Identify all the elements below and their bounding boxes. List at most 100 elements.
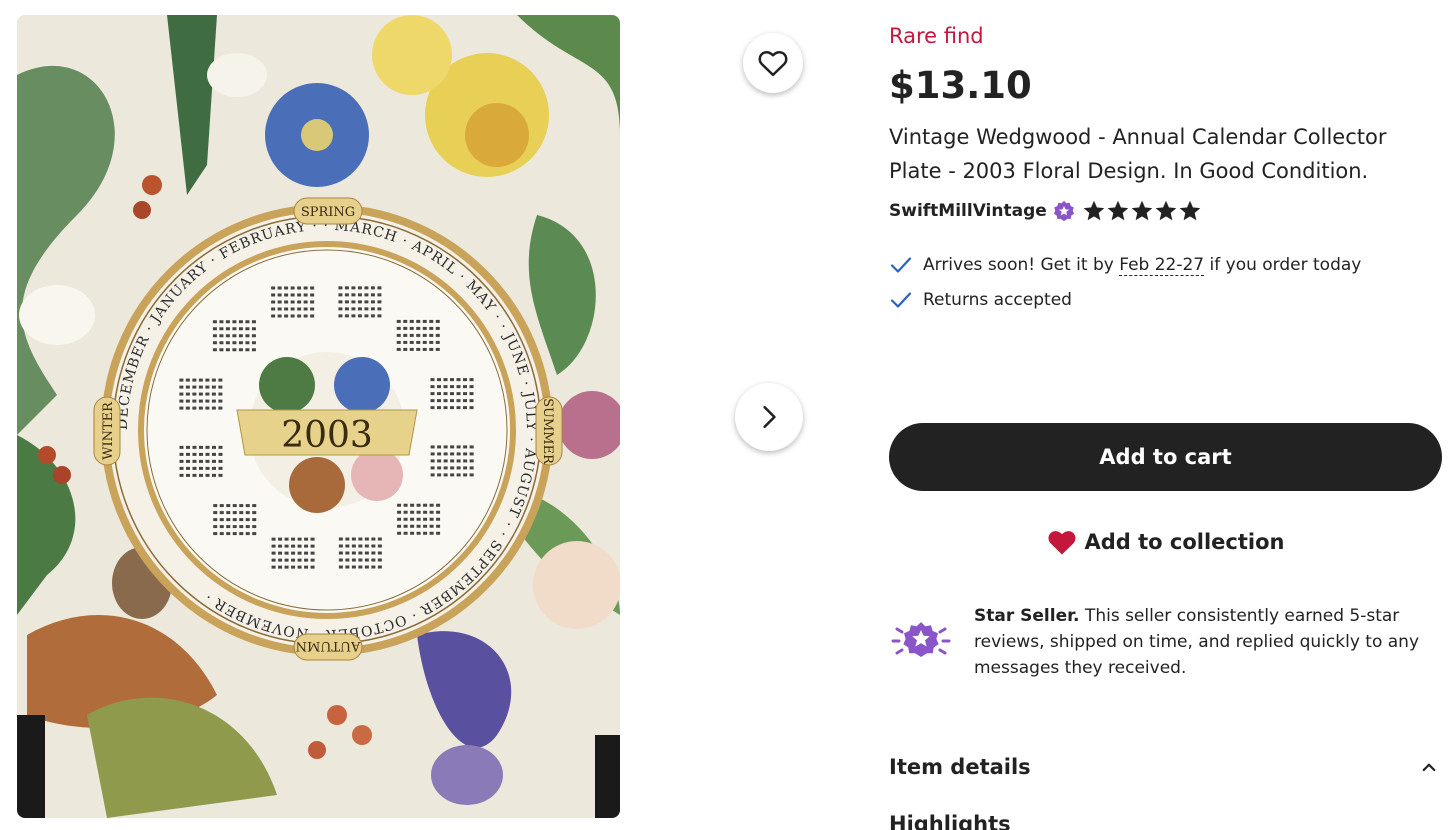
calendar-day-mark — [358, 558, 363, 562]
calendar-day-mark — [211, 406, 216, 410]
calendar-day-mark — [211, 452, 216, 456]
calendar-day-mark — [357, 293, 362, 297]
calendar-day-mark — [245, 341, 250, 345]
calendar-day-mark — [338, 300, 343, 304]
calendar-day-mark — [410, 503, 415, 507]
calendar-day-mark — [422, 347, 427, 351]
calendar-day-mark — [450, 459, 455, 463]
calendar-day-mark — [212, 348, 217, 352]
calendar-day-mark — [436, 517, 441, 521]
calendar-day-mark — [303, 307, 308, 311]
calendar-day-mark — [423, 510, 428, 514]
calendar-day-mark — [213, 518, 218, 522]
calendar-day-mark — [422, 319, 427, 323]
calendar-day-mark — [423, 503, 428, 507]
calendar-day-mark — [430, 385, 435, 389]
calendar-day-mark — [344, 314, 349, 318]
season-winter: WINTER — [101, 401, 116, 460]
calendar-day-mark — [377, 544, 382, 548]
add-to-cart-button[interactable]: Add to cart — [889, 423, 1442, 491]
calendar-day-mark — [232, 504, 237, 508]
calendar-day-mark — [310, 314, 315, 318]
calendar-day-mark — [303, 300, 308, 304]
calendar-day-mark — [225, 320, 230, 324]
calendar-day-mark — [364, 565, 369, 569]
calendar-day-mark — [430, 378, 435, 382]
calendar-day-mark — [198, 406, 203, 410]
calendar-day-mark — [364, 314, 369, 318]
calendar-day-mark — [310, 558, 315, 562]
calendar-day-mark — [443, 385, 448, 389]
calendar-day-mark — [429, 333, 434, 337]
calendar-day-mark — [351, 307, 356, 311]
calendar-day-mark — [179, 466, 184, 470]
calendar-day-mark — [252, 532, 257, 536]
calendar-day-mark — [232, 532, 237, 536]
calendar-day-mark — [456, 445, 461, 449]
calendar-day-mark — [371, 558, 376, 562]
heart-outline-icon — [758, 50, 788, 77]
calendar-day-mark — [284, 300, 289, 304]
calendar-day-mark — [291, 551, 296, 555]
calendar-day-mark — [198, 392, 203, 396]
calendar-day-mark — [437, 452, 442, 456]
calendar-day-mark — [213, 525, 218, 529]
calendar-day-mark — [396, 340, 401, 344]
calendar-day-mark — [435, 340, 440, 344]
calendar-day-mark — [310, 307, 315, 311]
calendar-day-mark — [436, 510, 441, 514]
product-image[interactable]: DECEMBER · JANUARY · FEBRUARY · · MARCH … — [17, 15, 620, 818]
checkmark-icon — [889, 288, 913, 312]
rare-find-label: Rare find — [889, 24, 984, 48]
calendar-day-mark — [430, 466, 435, 470]
calendar-day-mark — [463, 445, 468, 449]
calendar-day-mark — [397, 524, 402, 528]
calendar-day-mark — [271, 314, 276, 318]
calendar-day-mark — [429, 503, 434, 507]
plate-illustration: DECEMBER · JANUARY · FEBRUARY · · MARCH … — [17, 15, 620, 818]
calendar-day-mark — [450, 385, 455, 389]
seller-rating-stars[interactable] — [1083, 200, 1201, 222]
calendar-day-mark — [232, 518, 237, 522]
seller-name-link[interactable]: SwiftMillVintage — [889, 201, 1047, 221]
calendar-day-mark — [364, 558, 369, 562]
calendar-day-mark — [303, 293, 308, 297]
calendar-day-mark — [185, 452, 190, 456]
calendar-day-mark — [192, 406, 197, 410]
calendar-day-mark — [450, 406, 455, 410]
calendar-day-mark — [205, 392, 210, 396]
favorite-button[interactable] — [743, 33, 803, 93]
calendar-day-mark — [338, 307, 343, 311]
calendar-day-mark — [219, 334, 224, 338]
add-to-collection-label: Add to collection — [1084, 530, 1285, 554]
calendar-day-mark — [456, 399, 461, 403]
calendar-day-mark — [423, 524, 428, 528]
calendar-day-mark — [436, 531, 441, 535]
calendar-day-mark — [456, 452, 461, 456]
calendar-day-mark — [297, 300, 302, 304]
item-details-toggle[interactable]: Item details — [889, 750, 1444, 784]
calendar-day-mark — [245, 511, 250, 515]
calendar-day-mark — [450, 378, 455, 382]
calendar-day-mark — [284, 551, 289, 555]
calendar-day-mark — [310, 565, 315, 569]
calendar-day-mark — [226, 525, 231, 529]
calendar-day-mark — [338, 293, 343, 297]
calendar-day-mark — [192, 385, 197, 389]
star-seller-small-icon — [1053, 200, 1075, 222]
star-icon — [1107, 200, 1129, 222]
calendar-day-mark — [410, 531, 415, 535]
calendar-day-mark — [469, 473, 474, 477]
calendar-day-mark — [422, 326, 427, 330]
add-to-collection-button[interactable]: Add to collection — [889, 522, 1442, 562]
calendar-day-mark — [238, 334, 243, 338]
calendar-day-mark — [252, 525, 257, 529]
calendar-day-mark — [251, 327, 256, 331]
calendar-day-mark — [179, 473, 184, 477]
calendar-day-mark — [277, 307, 282, 311]
price: $13.10 — [889, 64, 1032, 107]
calendar-day-mark — [437, 399, 442, 403]
arrival-date-link[interactable]: Feb 22-27 — [1119, 255, 1205, 276]
next-image-button[interactable] — [735, 383, 803, 451]
calendar-day-mark — [212, 320, 217, 324]
